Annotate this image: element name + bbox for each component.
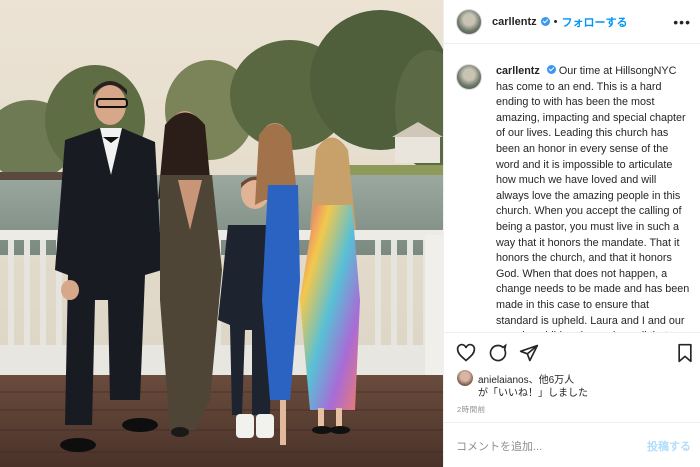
comment-box: コメントを追加... 投稿する <box>444 422 700 467</box>
post-comment-button[interactable]: 投稿する <box>647 438 691 454</box>
comment-input[interactable]: コメントを追加... <box>456 438 542 454</box>
post-timestamp[interactable]: 2時間前 <box>457 404 486 415</box>
instagram-post: carllentz • フォローする ••• carllentz Our tim… <box>0 0 700 467</box>
caption-avatar[interactable] <box>456 64 482 90</box>
more-options-icon[interactable]: ••• <box>673 14 691 30</box>
post-caption: carllentz Our time at HillsongNYC has co… <box>456 64 696 332</box>
likes-line-2: が「いいね！」しました <box>478 388 588 399</box>
send-icon[interactable] <box>519 343 539 363</box>
action-bar <box>444 332 700 369</box>
heart-icon[interactable] <box>456 343 476 363</box>
author-avatar[interactable] <box>456 8 482 35</box>
follow-button[interactable]: フォローする <box>562 14 628 30</box>
bookmark-icon[interactable] <box>675 343 695 363</box>
header-separator: • <box>553 15 558 28</box>
author-username[interactable]: carllentz <box>492 16 537 28</box>
comment-icon[interactable] <box>488 343 508 363</box>
post-photo[interactable] <box>0 0 443 467</box>
post-side-panel: carllentz • フォローする ••• carllentz Our tim… <box>443 0 700 467</box>
family-photo <box>0 0 443 467</box>
caption-username[interactable]: carllentz <box>496 65 540 77</box>
liker-avatar[interactable] <box>457 370 473 386</box>
verified-badge-icon <box>540 17 550 26</box>
caption-verified-icon <box>546 65 556 74</box>
post-header: carllentz • フォローする ••• <box>444 0 700 44</box>
caption-body: Our time at HillsongNYC has come to an e… <box>496 65 690 332</box>
caption-text-block: carllentz Our time at HillsongNYC has co… <box>496 64 692 332</box>
